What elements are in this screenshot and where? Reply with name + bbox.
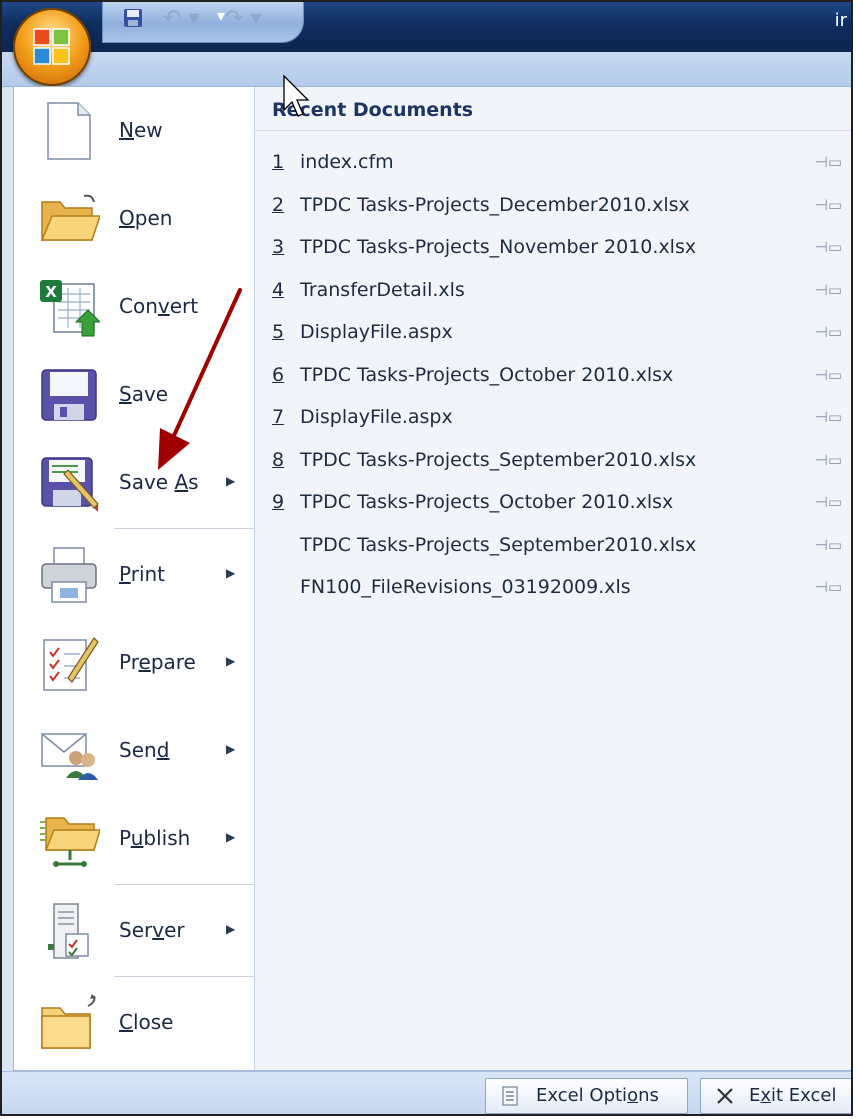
publish-label: Publish: [119, 826, 191, 850]
recent-document-item[interactable]: 8 TPDC Tasks-Projects_September2010.xlsx ⊣…: [255, 439, 851, 482]
save-as-command[interactable]: Save As ▶: [14, 439, 254, 527]
recent-document-item[interactable]: 6 TPDC Tasks-Projects_October 2010.xlsx ⊣▭: [255, 354, 851, 397]
document-name: TransferDetail.xls: [300, 278, 465, 301]
convert-icon: X: [40, 280, 100, 337]
server-label: Server: [119, 918, 185, 942]
pin-icon[interactable]: ⊣▭: [815, 439, 842, 481]
office-menu: New Open X Convert Save Save As ▶ Print …: [13, 86, 851, 1071]
recent-document-item[interactable]: 5 DisplayFile.aspx ⊣▭: [255, 311, 851, 354]
pin-icon[interactable]: ⊣▭: [815, 354, 842, 396]
customize-toolbar-icon[interactable]: ▾: [217, 6, 225, 25]
options-icon: [502, 1086, 518, 1106]
redo-icon[interactable]: ↷ ▾: [225, 6, 261, 31]
recent-document-item[interactable]: 7 DisplayFile.aspx ⊣▭: [255, 396, 851, 439]
document-name: DisplayFile.aspx: [300, 406, 453, 428]
submenu-arrow-icon: ▶: [226, 654, 236, 668]
prepare-icon: [43, 637, 99, 691]
pin-icon[interactable]: ⊣▭: [815, 269, 842, 311]
document-name: DisplayFile.aspx: [300, 321, 453, 343]
command-list: New Open X Convert Save Save As ▶ Print …: [14, 87, 255, 1070]
submenu-arrow-icon: ▶: [226, 742, 236, 756]
pin-icon[interactable]: ⊣▭: [815, 524, 842, 566]
send-icon: [41, 733, 98, 780]
pin-icon[interactable]: ⊣▭: [815, 396, 842, 438]
server-command[interactable]: Server ▶: [14, 887, 254, 975]
submenu-arrow-icon: ▶: [226, 922, 236, 936]
recent-document-item[interactable]: 1 index.cfm ⊣▭: [255, 141, 851, 184]
office-logo-icon: [33, 28, 70, 65]
separator: [114, 884, 254, 885]
close-x-icon: [717, 1088, 733, 1104]
document-name: TPDC Tasks-Projects_November 2010.xlsx: [300, 236, 697, 258]
save-command[interactable]: Save: [14, 351, 254, 439]
server-icon: [48, 903, 89, 959]
prepare-label: Prepare: [119, 650, 196, 674]
recent-documents-title: Recent Documents: [272, 99, 474, 121]
open-label: Open: [119, 206, 173, 230]
recent-document-item[interactable]: 3 TPDC Tasks-Projects_November 2010.xlsx ⊣…: [255, 226, 851, 269]
recent-document-item[interactable]: 9 TPDC Tasks-Projects_October 2010.xlsx ⊣▭: [255, 481, 851, 524]
recent-document-item[interactable]: FN100_FileRevisions_03192009.xls ⊣▭: [255, 566, 851, 609]
send-command[interactable]: Send ▶: [14, 707, 254, 795]
prepare-command[interactable]: Prepare ▶: [14, 619, 254, 707]
recent-documents-list: 1 index.cfm ⊣▭ 2 TPDC Tasks-Projects_Decemb…: [255, 141, 851, 609]
title-bar: ↶ ▾ ↷ ▾ ▾ ir: [2, 2, 851, 52]
print-label: Print: [119, 562, 166, 586]
document-name: TPDC Tasks-Projects_December2010.xlsx: [300, 193, 690, 216]
close-folder-icon: [41, 994, 96, 1049]
application-window: ↶ ▾ ↷ ▾ ▾ ir New Open X Convert Save Sav…: [0, 0, 853, 1116]
pin-icon[interactable]: ⊣▭: [815, 141, 842, 183]
open-folder-icon: [40, 194, 100, 241]
svg-text:X: X: [45, 283, 57, 301]
convert-command[interactable]: X Convert: [14, 263, 254, 351]
document-name: TPDC Tasks-Projects_September2010.xlsx: [300, 533, 697, 556]
open-command[interactable]: Open: [14, 175, 254, 263]
submenu-arrow-icon: ▶: [226, 566, 236, 580]
new-document-icon: [47, 102, 91, 160]
separator: [114, 976, 254, 977]
office-button[interactable]: [13, 8, 91, 86]
separator: [255, 130, 851, 131]
excel-options-button[interactable]: Excel Options: [485, 1078, 688, 1114]
close-label: Close: [119, 1010, 174, 1034]
exit-excel-button[interactable]: Exit Excel: [700, 1078, 851, 1114]
save-icon: [41, 369, 97, 421]
recent-document-item[interactable]: 4 TransferDetail.xls ⊣▭: [255, 269, 851, 312]
ribbon-strip: [2, 52, 851, 87]
save-as-icon: [41, 457, 99, 512]
save-as-label: Save As: [119, 470, 199, 494]
pin-icon[interactable]: ⊣▭: [815, 226, 842, 268]
save-label: Save: [119, 382, 169, 406]
window-title: ir: [834, 10, 847, 31]
print-command[interactable]: Print ▶: [14, 531, 254, 619]
pin-icon[interactable]: ⊣▭: [815, 481, 842, 523]
pin-icon[interactable]: ⊣▭: [815, 566, 842, 608]
undo-icon[interactable]: ↶ ▾: [163, 6, 199, 31]
document-name: TPDC Tasks-Projects_October 2010.xlsx: [300, 491, 674, 513]
document-name: FN100_FileRevisions_03192009.xls: [300, 576, 631, 598]
document-name: TPDC Tasks-Projects_September2010.xlsx: [300, 448, 697, 471]
separator: [114, 528, 254, 529]
close-command[interactable]: Close: [14, 979, 254, 1067]
new-command[interactable]: New: [14, 87, 254, 175]
convert-label: Convert: [119, 294, 199, 318]
publish-command[interactable]: Publish ▶: [14, 795, 254, 883]
new-label: New: [119, 118, 163, 142]
print-icon: [41, 547, 97, 603]
recent-document-item[interactable]: TPDC Tasks-Projects_September2010.xlsx ⊣▭: [255, 524, 851, 567]
pin-icon[interactable]: ⊣▭: [815, 184, 842, 226]
save-icon[interactable]: [123, 8, 143, 28]
publish-icon: [40, 817, 100, 867]
recent-document-item[interactable]: 2 TPDC Tasks-Projects_December2010.xlsx ⊣▭: [255, 184, 851, 227]
quick-access-toolbar: ↶ ▾ ↷ ▾: [102, 2, 304, 43]
recent-documents-panel: Recent Documents 1 index.cfm ⊣▭ 2 TPDC Task…: [255, 87, 851, 1070]
submenu-arrow-icon: ▶: [226, 474, 236, 488]
document-name: TPDC Tasks-Projects_October 2010.xlsx: [300, 363, 674, 386]
document-name: index.cfm: [300, 151, 394, 173]
pin-icon[interactable]: ⊣▭: [815, 311, 842, 353]
send-label: Send: [119, 738, 170, 762]
submenu-arrow-icon: ▶: [226, 830, 236, 844]
menu-footer: Excel Options Exit Excel: [2, 1071, 851, 1114]
